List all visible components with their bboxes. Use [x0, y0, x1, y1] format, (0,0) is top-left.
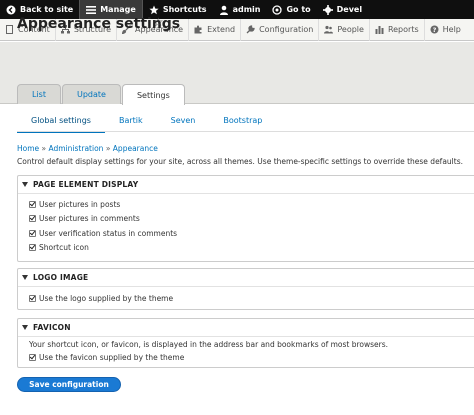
user-label: admin	[232, 5, 261, 14]
checkbox-checked[interactable]	[29, 294, 36, 302]
option-shortcut-icon[interactable]: Shortcut icon	[18, 241, 474, 256]
tab-list[interactable]: List	[17, 84, 61, 104]
tab-bartik[interactable]: Bartik	[105, 113, 157, 133]
hamburger-icon	[86, 5, 97, 15]
favicon-fieldset: FAVICON Your shortcut icon, or favicon, …	[17, 318, 474, 368]
bar-chart-icon	[375, 25, 384, 34]
goto-label: Go to	[286, 5, 311, 14]
svg-text:?: ?	[432, 26, 436, 34]
back-arrow-icon	[6, 5, 16, 15]
star-icon	[149, 5, 159, 15]
tab-bootstrap[interactable]: Bootstrap	[209, 113, 276, 133]
option-user-verification-status[interactable]: User verification status in comments	[18, 226, 474, 241]
checkbox-checked[interactable]	[29, 353, 36, 361]
option-user-pictures-comments[interactable]: User pictures in comments	[18, 212, 474, 227]
favicon-toggle[interactable]: FAVICON	[18, 319, 474, 337]
tray-item-extend[interactable]: Extend	[189, 18, 242, 41]
tab-divider	[17, 131, 474, 132]
add-shortcut-star-icon[interactable]: ☆	[153, 15, 164, 29]
collapse-triangle-icon	[22, 182, 28, 187]
people-icon	[324, 25, 334, 34]
devel-label: Devel	[336, 5, 363, 14]
tab-seven[interactable]: Seven	[157, 113, 210, 133]
logo-image-fieldset: LOGO IMAGE Use the logo supplied by the …	[17, 268, 474, 310]
checkbox-label: User pictures in comments	[39, 214, 140, 224]
checkbox-label: Use the logo supplied by the theme	[39, 293, 174, 303]
tab-global-settings[interactable]: Global settings	[17, 113, 105, 133]
checkbox-label: User verification status in comments	[39, 228, 178, 238]
breadcrumb-separator: »	[41, 144, 47, 153]
fieldset-title: FAVICON	[33, 323, 71, 332]
fieldset-title: PAGE ELEMENT DISPLAY	[33, 180, 139, 189]
primary-tabs: List Update Settings	[17, 84, 186, 105]
puzzle-icon	[194, 25, 203, 34]
tray-item-label: Configuration	[259, 25, 314, 34]
checkbox-checked[interactable]	[29, 244, 36, 252]
breadcrumb-home[interactable]: Home	[17, 144, 39, 153]
tray-item-help[interactable]: ? Help	[425, 19, 466, 41]
tray-item-reports[interactable]: Reports	[370, 18, 425, 41]
collapse-triangle-icon	[22, 325, 28, 330]
help-icon: ?	[430, 25, 439, 34]
fieldset-title: LOGO IMAGE	[33, 273, 89, 282]
save-configuration-button[interactable]: Save configuration	[17, 377, 121, 392]
collapse-triangle-icon	[22, 275, 28, 280]
checkbox-checked[interactable]	[29, 215, 36, 223]
checkbox-label: User pictures in posts	[39, 199, 121, 209]
page-element-display-fieldset: PAGE ELEMENT DISPLAY User pictures in po…	[17, 175, 474, 262]
tray-item-label: Extend	[207, 25, 236, 34]
checkbox-checked[interactable]	[29, 229, 36, 237]
tray-item-configuration[interactable]: Configuration	[241, 18, 320, 41]
page-description: Control default display settings for you…	[17, 157, 463, 166]
shortcuts-label: Shortcuts	[162, 5, 207, 14]
goto-tab[interactable]: Go to	[266, 0, 316, 19]
breadcrumb: Home » Administration » Appearance	[17, 144, 158, 153]
tray-item-label: Help	[442, 25, 461, 34]
gear-icon	[322, 4, 333, 15]
page-element-display-toggle[interactable]: PAGE ELEMENT DISPLAY	[18, 176, 474, 194]
goto-icon	[272, 4, 283, 15]
tray-item-label: Reports	[387, 25, 419, 34]
breadcrumb-administration[interactable]: Administration	[49, 144, 104, 153]
checkbox-checked[interactable]	[29, 200, 36, 208]
tab-settings[interactable]: Settings	[121, 84, 185, 105]
option-use-default-logo[interactable]: Use the logo supplied by the theme	[18, 291, 474, 306]
secondary-tabs: Global settings Bartik Seven Bootstrap	[17, 113, 276, 133]
checkbox-label: Use the favicon supplied by the theme	[39, 352, 185, 362]
user-tab[interactable]: admin	[213, 0, 267, 19]
tray-item-label: People	[337, 25, 364, 34]
breadcrumb-separator: »	[105, 144, 111, 153]
tab-update[interactable]: Update	[61, 84, 121, 104]
user-icon	[219, 5, 229, 15]
document-icon	[5, 25, 14, 34]
tray-item-people[interactable]: People	[319, 18, 370, 41]
option-user-pictures-posts[interactable]: User pictures in posts	[18, 197, 474, 212]
breadcrumb-appearance[interactable]: Appearance	[113, 144, 158, 153]
logo-image-toggle[interactable]: LOGO IMAGE	[18, 269, 474, 287]
favicon-description: Your shortcut icon, or favicon, is displ…	[29, 340, 389, 349]
wrench-icon	[246, 25, 255, 34]
devel-tab[interactable]: Devel	[317, 0, 368, 19]
back-to-site-label: Back to site	[20, 5, 74, 14]
option-use-default-favicon[interactable]: Use the favicon supplied by the theme	[18, 350, 474, 365]
manage-label: Manage	[100, 5, 136, 14]
checkbox-label: Shortcut icon	[39, 243, 89, 253]
